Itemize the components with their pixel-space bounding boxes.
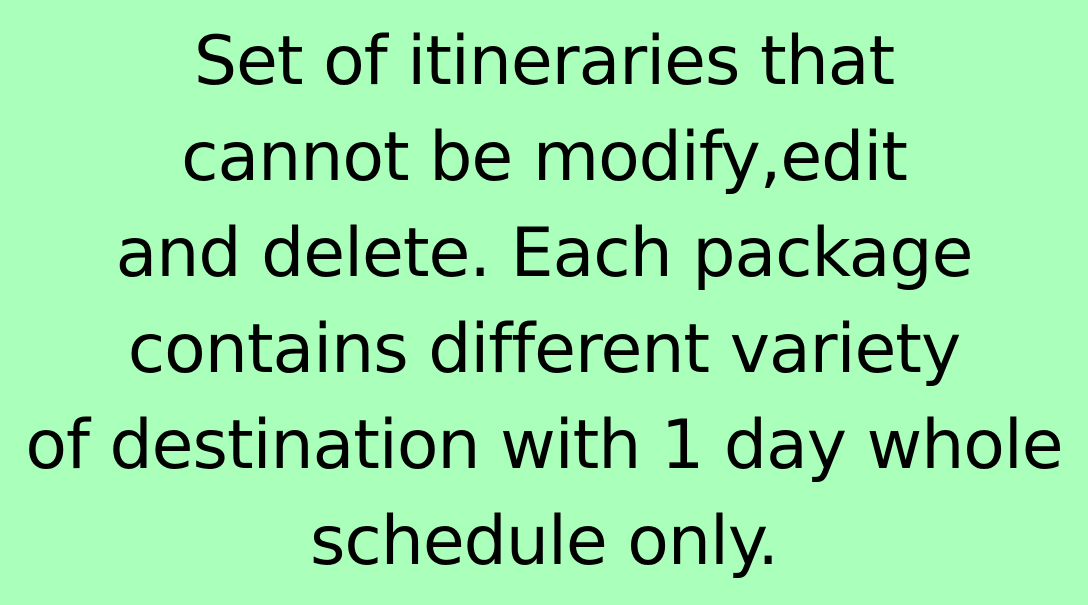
description-line-5: of destination with 1 day whole	[25, 406, 1063, 485]
description-line-1: Set of itineraries that	[193, 22, 895, 101]
description-slide: Set of itineraries that cannot be modify…	[0, 0, 1088, 605]
description-line-2: cannot be modify,edit	[181, 118, 908, 197]
description-line-3: and delete. Each package	[115, 214, 974, 293]
description-line-6: schedule only.	[309, 502, 779, 581]
description-line-4: contains different variety	[127, 310, 961, 389]
